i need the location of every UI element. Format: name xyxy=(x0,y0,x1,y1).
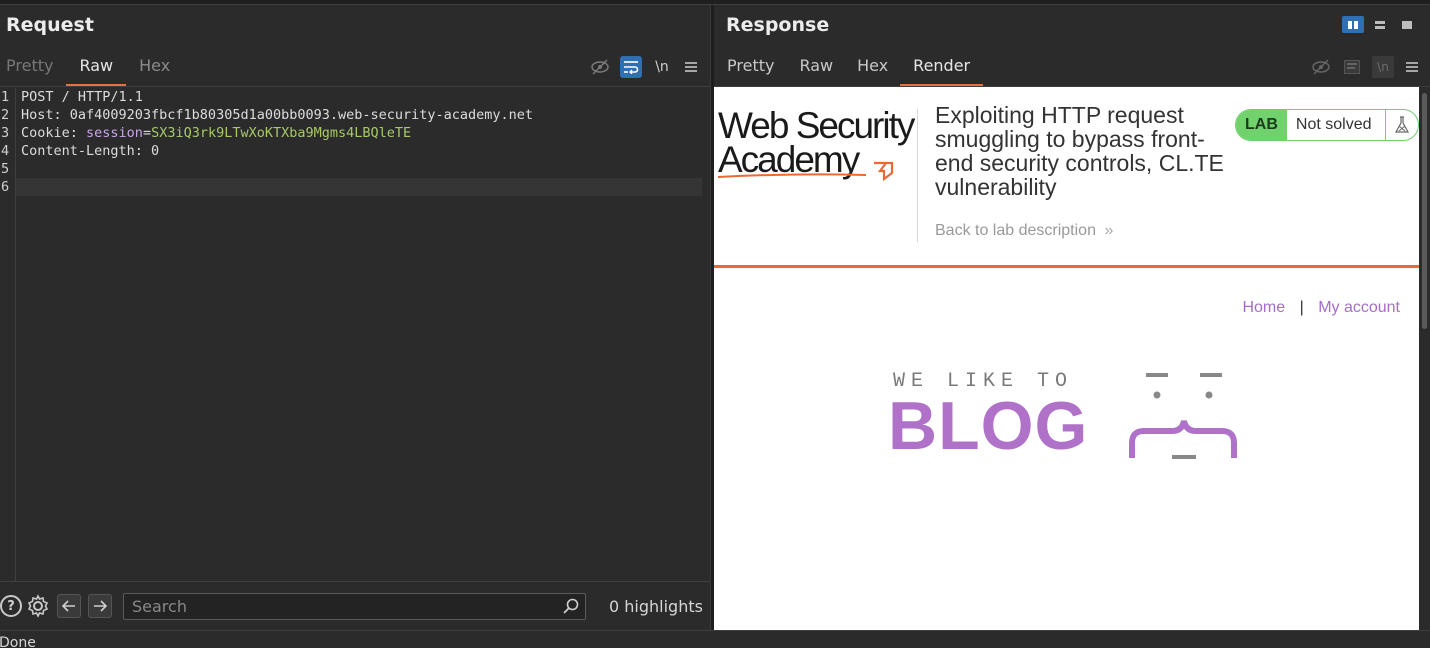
request-tabs: Pretty Raw Hex xyxy=(0,55,183,87)
response-tab-raw[interactable]: Raw xyxy=(787,55,845,87)
line-number: 1 xyxy=(1,89,10,105)
header-rule xyxy=(714,265,1419,268)
nav-my-account-link[interactable]: My account xyxy=(1318,299,1400,316)
response-tab-render[interactable]: Render xyxy=(900,55,984,87)
request-pane: Request Pretty Raw Hex \n 1 2 3 4 5 6 PO… xyxy=(0,5,710,630)
back-link-chevron-icon: » xyxy=(1104,222,1114,239)
previous-arrow-icon[interactable] xyxy=(57,594,81,618)
request-tabs-divider xyxy=(0,86,710,87)
site-nav: Home | My account xyxy=(1242,299,1400,317)
status-text: Done xyxy=(0,635,36,648)
web-security-academy-logo[interactable]: Web Security Academy xyxy=(716,107,916,182)
line-number: 5 xyxy=(1,161,10,177)
cookie-header-key: Cookie: xyxy=(21,125,87,141)
lab-label: LAB xyxy=(1236,110,1287,140)
lab-status-text: Not solved xyxy=(1287,110,1386,140)
line-number-gutter: 1 2 3 4 5 6 xyxy=(0,88,16,581)
layout-side-by-side-icon[interactable] xyxy=(1342,16,1364,33)
request-line-5[interactable] xyxy=(21,160,702,178)
search-bar: ? 0 highlights xyxy=(0,581,710,630)
request-line-1[interactable]: POST / HTTP/1.1 xyxy=(21,88,702,106)
line-number: 4 xyxy=(1,143,10,159)
response-tab-pretty[interactable]: Pretty xyxy=(714,55,787,87)
lab-title: Exploiting HTTP request smuggling to byp… xyxy=(935,102,1224,200)
render-scrollbar[interactable] xyxy=(1419,87,1430,630)
menu-icon[interactable] xyxy=(680,56,702,78)
settings-gear-icon[interactable] xyxy=(26,594,50,618)
response-tabs: Pretty Raw Hex Render xyxy=(714,55,984,87)
line-number: 6 xyxy=(1,179,10,195)
back-to-lab-link[interactable]: Back to lab description » xyxy=(935,222,1113,240)
response-tab-hex[interactable]: Hex xyxy=(845,55,900,87)
search-icon[interactable] xyxy=(563,598,579,614)
logo-bolt-icon xyxy=(717,161,894,182)
hide-nonprinting-icon[interactable] xyxy=(589,56,611,78)
help-icon[interactable]: ? xyxy=(0,595,22,617)
request-title: Request xyxy=(6,14,94,36)
blog-face-icon xyxy=(1129,373,1237,459)
lab-status-badge: LAB Not solved xyxy=(1235,109,1419,141)
wrap-lines-icon[interactable] xyxy=(1341,56,1363,78)
status-bar: Done xyxy=(0,630,1430,648)
scrollbar-thumb[interactable] xyxy=(1422,93,1427,329)
nav-separator: | xyxy=(1299,299,1304,316)
cookie-name: session xyxy=(86,125,143,141)
rendered-response: Web Security Academy Exploiting HTTP req… xyxy=(714,87,1419,630)
header-separator xyxy=(917,109,918,242)
line-number: 3 xyxy=(1,125,10,141)
request-line-3[interactable]: Cookie: session=SX3iQ3rk9LTwXoKTXba9Mgms… xyxy=(21,124,702,142)
wrap-lines-icon[interactable] xyxy=(620,56,642,78)
next-arrow-icon[interactable] xyxy=(88,594,112,618)
menu-icon[interactable] xyxy=(1401,56,1423,78)
request-code[interactable]: POST / HTTP/1.1 Host: 0af4009203fbcf1b80… xyxy=(16,88,702,196)
request-line-6-current[interactable] xyxy=(16,178,702,196)
blog-wordmark: BLOG xyxy=(888,388,1089,464)
request-tab-raw[interactable]: Raw xyxy=(66,55,127,87)
request-editor[interactable]: 1 2 3 4 5 6 POST / HTTP/1.1 Host: 0af400… xyxy=(0,88,702,581)
newline-toggle[interactable]: \n xyxy=(651,56,673,78)
newline-toggle[interactable]: \n xyxy=(1372,56,1394,78)
layout-single-icon[interactable] xyxy=(1396,16,1418,33)
request-tab-hex[interactable]: Hex xyxy=(126,55,183,87)
request-line-4[interactable]: Content-Length: 0 xyxy=(21,142,702,160)
nav-home-link[interactable]: Home xyxy=(1242,299,1285,316)
flask-icon xyxy=(1386,116,1418,134)
request-tab-pretty[interactable]: Pretty xyxy=(0,55,66,87)
layout-stacked-icon[interactable] xyxy=(1369,16,1391,33)
line-number: 2 xyxy=(1,107,10,123)
cookie-value: SX3iQ3rk9LTwXoKTXba9Mgms4LBQleTE xyxy=(151,125,412,141)
search-input[interactable] xyxy=(123,593,586,620)
highlights-count: 0 highlights xyxy=(609,597,703,616)
cookie-equals: = xyxy=(142,125,152,141)
response-title: Response xyxy=(726,14,830,36)
back-link-label: Back to lab description xyxy=(935,222,1096,239)
hide-nonprinting-icon[interactable] xyxy=(1310,56,1332,78)
request-line-2[interactable]: Host: 0af4009203fbcf1b80305d1a00bb0093.w… xyxy=(21,106,702,124)
response-pane: Response Pretty Raw Hex Render \n Web Se… xyxy=(714,5,1430,630)
